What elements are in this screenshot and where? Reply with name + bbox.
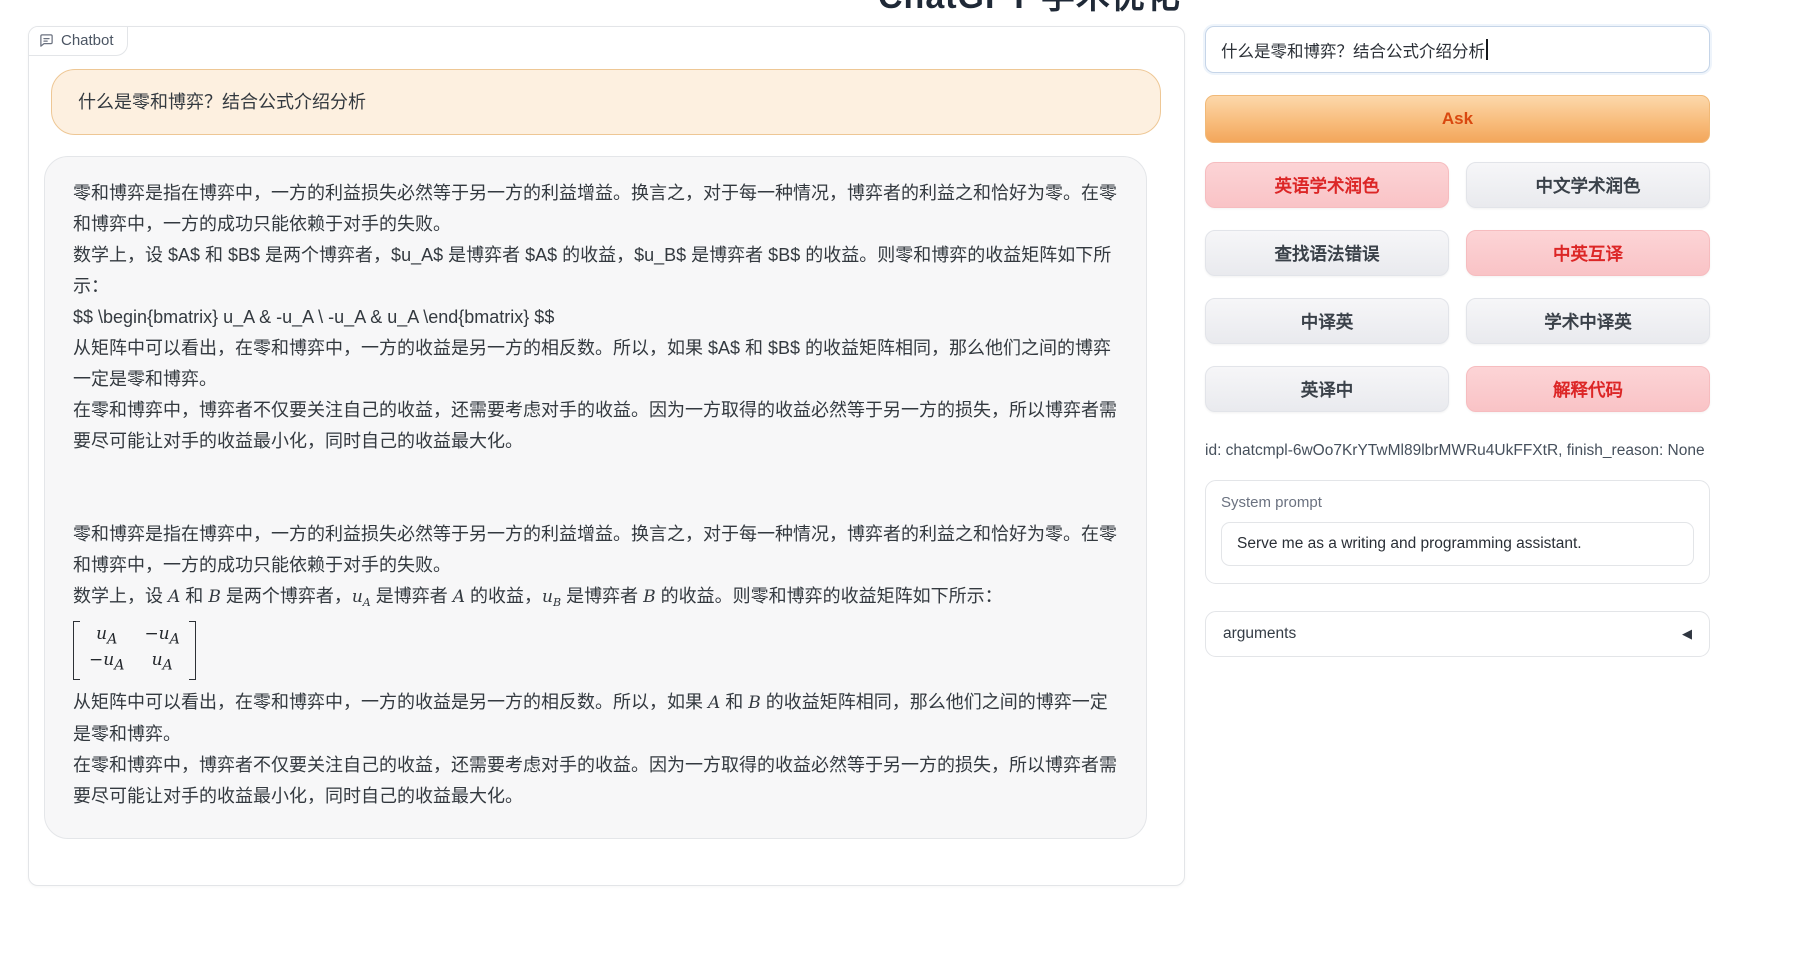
user-message-text: 什么是零和博弈？结合公式介绍分析: [78, 92, 366, 112]
text-segment: 和: [720, 692, 748, 712]
app-layout: Chatbot 什么是零和博弈？结合公式介绍分析 零和博弈是指在博弈中，一方的利…: [28, 26, 1710, 886]
chatbot-panel: Chatbot 什么是零和博弈？结合公式介绍分析 零和博弈是指在博弈中，一方的利…: [28, 26, 1185, 886]
text-segment: 数学上，设: [73, 586, 168, 606]
math-var: uA: [352, 587, 371, 607]
math-var: B: [643, 587, 656, 607]
quick-button-zh-en-mutual[interactable]: 中英互译: [1466, 230, 1710, 276]
quick-button-english-polish[interactable]: 英语学术润色: [1205, 162, 1449, 208]
text-segment: 是两个博弈者，: [221, 586, 352, 606]
matrix-cell: −uA: [144, 624, 179, 650]
math-var: A: [708, 693, 720, 713]
text-segment: 的收益，: [465, 586, 542, 606]
matrix-right-bracket: [189, 621, 196, 680]
math-var: uB: [542, 587, 561, 607]
quick-button-find-grammar[interactable]: 查找语法错误: [1205, 230, 1449, 276]
text-caret: [1486, 39, 1488, 60]
text-segment: 和: [180, 586, 208, 606]
page-title: ChatGPT 学术优化: [878, 0, 1181, 18]
bot-paragraph-rendered: 零和博弈是指在博弈中，一方的利益损失必然等于另一方的利益增益。换言之，对于每一种…: [73, 519, 1118, 812]
system-prompt-label: System prompt: [1221, 494, 1694, 511]
math-var: B: [748, 693, 761, 713]
quick-button-explain-code[interactable]: 解释代码: [1466, 366, 1710, 412]
payoff-matrix: uA −uA −uA uA: [73, 621, 196, 680]
matrix-cell: −uA: [89, 650, 124, 676]
ask-button[interactable]: Ask: [1205, 95, 1710, 143]
chat-bubble-icon: [39, 33, 54, 48]
bot-raw-line: 从矩阵中可以看出，在零和博弈中，一方的收益是另一方的相反数。所以，如果 $A$ …: [73, 333, 1118, 395]
matrix-cell: uA: [89, 624, 124, 650]
bot-rendered-math-intro: 数学上，设 A 和 B 是两个博弈者，uA 是博弈者 A 的收益，uB 是博弈者…: [73, 581, 1118, 618]
system-prompt-input[interactable]: Serve me as a writing and programming as…: [1221, 522, 1694, 566]
payoff-matrix-line: uA −uA −uA uA: [73, 621, 1118, 685]
bot-rendered-line: 在零和博弈中，博弈者不仅要关注自己的收益，还需要考虑对手的收益。因为一方取得的收…: [73, 750, 1118, 812]
quick-button-en-to-zh[interactable]: 英译中: [1205, 366, 1449, 412]
chat-messages: 什么是零和博弈？结合公式介绍分析 零和博弈是指在博弈中，一方的利益损失必然等于另…: [29, 27, 1184, 839]
accordion-collapse-icon: ◀: [1682, 626, 1692, 642]
matrix-cell: uA: [144, 650, 179, 676]
math-var: A: [168, 587, 180, 607]
bot-rendered-line: 零和博弈是指在博弈中，一方的利益损失必然等于另一方的利益增益。换言之，对于每一种…: [73, 519, 1118, 581]
quick-button-academic-zh-en[interactable]: 学术中译英: [1466, 298, 1710, 344]
bot-raw-line: 零和博弈是指在博弈中，一方的利益损失必然等于另一方的利益增益。换言之，对于每一种…: [73, 178, 1118, 240]
quick-button-chinese-polish[interactable]: 中文学术润色: [1466, 162, 1710, 208]
question-input[interactable]: 什么是零和博弈？结合公式介绍分析: [1205, 26, 1710, 73]
text-segment: 是博弈者: [561, 586, 643, 606]
system-prompt-panel: System prompt Serve me as a writing and …: [1205, 480, 1710, 584]
text-segment: 的收益。则零和博弈的收益矩阵如下所示：: [656, 586, 1003, 606]
bot-raw-line: 数学上，设 $A$ 和 $B$ 是两个博弈者，$u_A$ 是博弈者 $A$ 的收…: [73, 240, 1118, 302]
question-input-value: 什么是零和博弈？结合公式介绍分析: [1221, 38, 1485, 62]
text-segment: 从矩阵中可以看出，在零和博弈中，一方的收益是另一方的相反数。所以，如果: [73, 692, 708, 712]
bot-paragraph-raw: 零和博弈是指在博弈中，一方的利益损失必然等于另一方的利益增益。换言之，对于每一种…: [73, 178, 1118, 457]
arguments-accordion-label: arguments: [1223, 625, 1296, 643]
bot-raw-line: 在零和博弈中，博弈者不仅要关注自己的收益，还需要考虑对手的收益。因为一方取得的收…: [73, 395, 1118, 457]
control-sidebar: 什么是零和博弈？结合公式介绍分析 Ask 英语学术润色 中文学术润色 查找语法错…: [1205, 26, 1710, 657]
user-message: 什么是零和博弈？结合公式介绍分析: [51, 69, 1161, 135]
quick-button-zh-to-en[interactable]: 中译英: [1205, 298, 1449, 344]
text-segment: 是博弈者: [371, 586, 453, 606]
bot-message: 零和博弈是指在博弈中，一方的利益损失必然等于另一方的利益增益。换言之，对于每一种…: [44, 156, 1147, 839]
chatbot-panel-label: Chatbot: [29, 27, 128, 56]
chatbot-panel-label-text: Chatbot: [61, 32, 114, 49]
status-line: id: chatcmpl-6wOo7KrYTwMl89lbrMWRu4UkFFX…: [1205, 442, 1710, 460]
math-var: A: [453, 587, 465, 607]
bot-raw-latex-line: $$ \begin{bmatrix} u_A & -u_A \ -u_A & u…: [73, 302, 1118, 333]
matrix-left-bracket: [73, 621, 80, 680]
arguments-accordion[interactable]: arguments ◀: [1205, 611, 1710, 657]
quick-actions-grid: 英语学术润色 中文学术润色 查找语法错误 中英互译 中译英 学术中译英 英译中 …: [1205, 162, 1710, 412]
bot-rendered-line: 从矩阵中可以看出，在零和博弈中，一方的收益是另一方的相反数。所以，如果 A 和 …: [73, 687, 1118, 750]
system-prompt-value: Serve me as a writing and programming as…: [1237, 535, 1582, 553]
math-var: B: [208, 587, 221, 607]
